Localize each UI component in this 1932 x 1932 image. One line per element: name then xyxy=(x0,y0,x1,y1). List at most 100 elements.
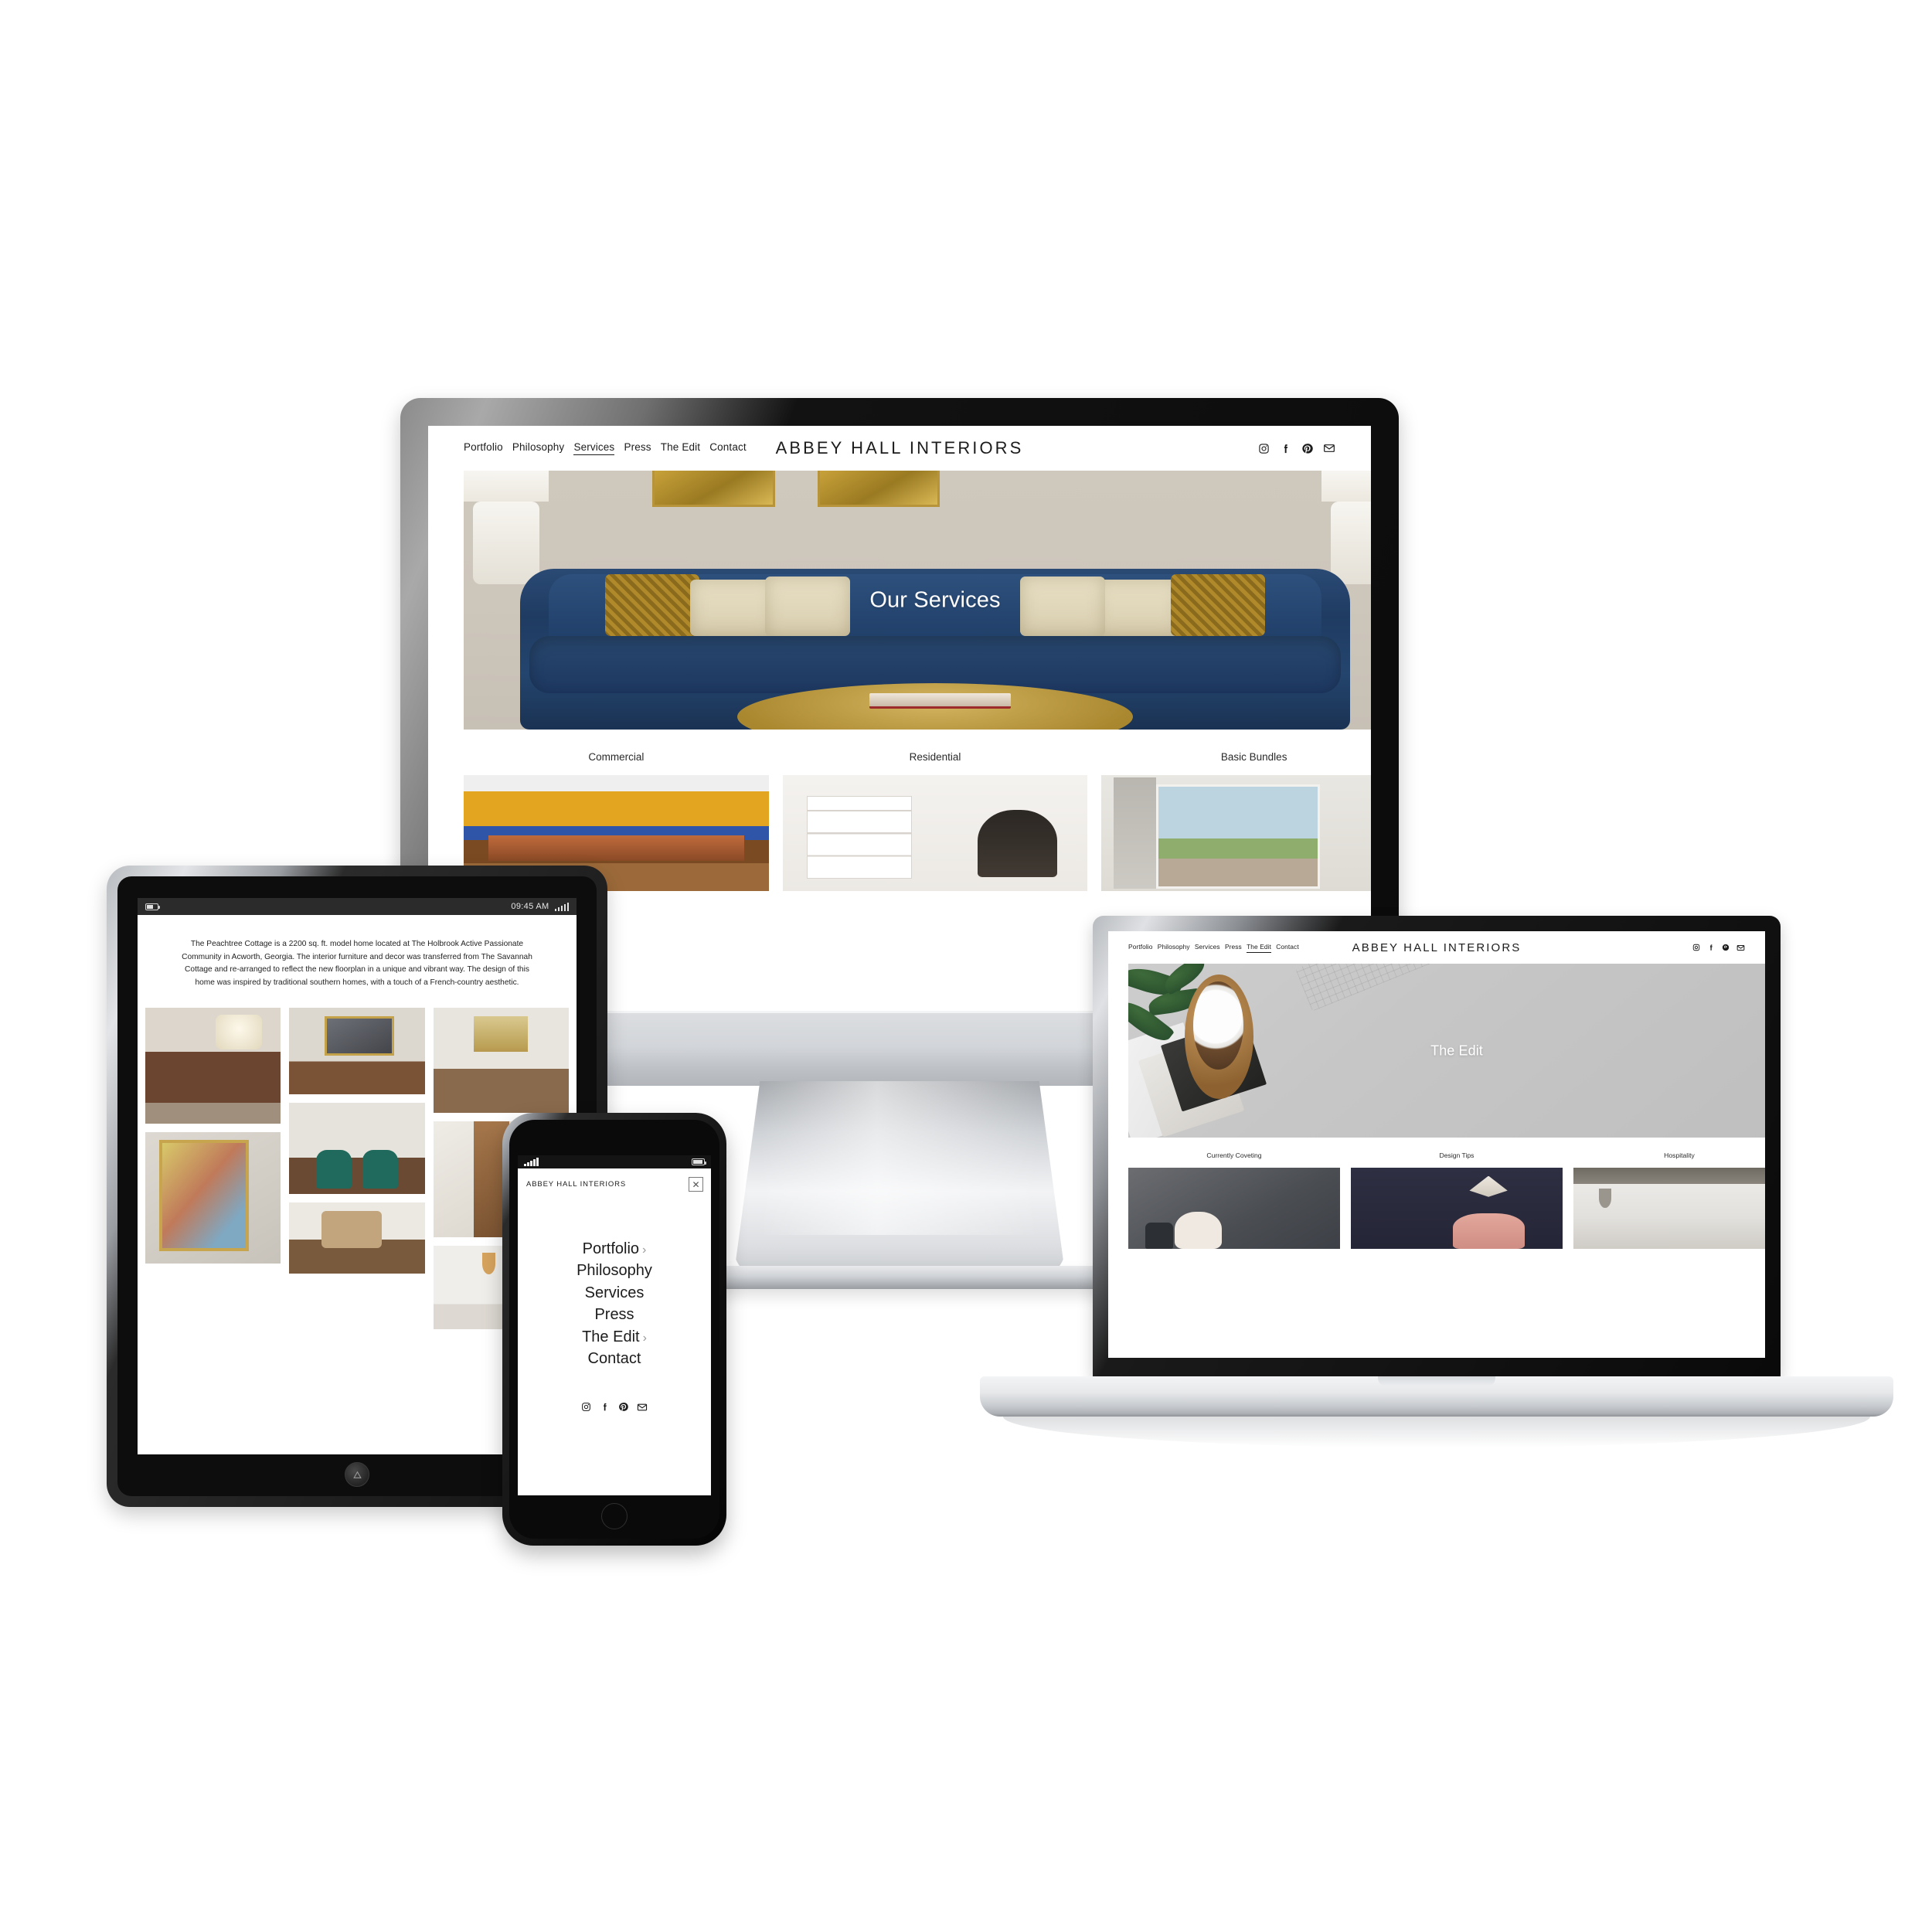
desktop-hero: Our Services xyxy=(464,471,1371,730)
category-label: Residential xyxy=(909,751,961,763)
laptop-viewport: Portfolio Philosophy Services Press The … xyxy=(1108,931,1765,1358)
desktop-hero-title: Our Services xyxy=(869,587,1001,612)
laptop-base xyxy=(980,1376,1893,1417)
menu-label: Press xyxy=(594,1306,634,1324)
category-label: Design Tips xyxy=(1439,1151,1475,1159)
laptop-website: Portfolio Philosophy Services Press The … xyxy=(1108,931,1765,1358)
close-icon[interactable]: ✕ xyxy=(689,1177,703,1192)
nav-link-portfolio[interactable]: Portfolio xyxy=(464,441,503,455)
facebook-icon[interactable] xyxy=(600,1402,610,1417)
email-icon[interactable] xyxy=(1323,442,1335,454)
phone-menu-item-contact[interactable]: Contact xyxy=(518,1348,711,1369)
nav-link-philosophy[interactable]: Philosophy xyxy=(512,441,564,455)
category-label: Hospitality xyxy=(1664,1151,1695,1159)
laptop-reflection xyxy=(1003,1417,1870,1447)
desktop-social-links xyxy=(1258,442,1335,454)
gallery-item[interactable] xyxy=(289,1103,425,1195)
laptop-nav-links: Portfolio Philosophy Services Press The … xyxy=(1128,943,1299,953)
chevron-right-icon: › xyxy=(642,1243,647,1257)
category-label: Commercial xyxy=(588,751,645,763)
laptop-navbar: Portfolio Philosophy Services Press The … xyxy=(1108,931,1765,964)
tablet-intro-text: The Peachtree Cottage is a 2200 sq. ft. … xyxy=(182,940,532,987)
category-currently-coveting[interactable]: Currently Coveting xyxy=(1128,1151,1340,1249)
nav-link-press[interactable]: Press xyxy=(1225,943,1242,953)
phone-menu-item-philosophy[interactable]: Philosophy xyxy=(518,1260,711,1281)
nav-link-press[interactable]: Press xyxy=(624,441,651,455)
nav-link-contact[interactable]: Contact xyxy=(709,441,746,455)
category-thumbnail-basic-bundles[interactable] xyxy=(1101,775,1371,891)
category-label: Basic Bundles xyxy=(1220,751,1287,763)
phone-bezel: ABBEY HALL INTERIORS ✕ Portfolio › Philos… xyxy=(509,1120,719,1539)
site-brand-title: ABBEY HALL INTERIORS xyxy=(1352,940,1522,954)
category-thumbnail-hospitality[interactable] xyxy=(1573,1168,1765,1249)
category-thumbnail-residential[interactable] xyxy=(782,775,1088,891)
tablet-status-bar: 09:45 AM xyxy=(138,898,577,915)
category-label: Currently Coveting xyxy=(1206,1151,1262,1159)
category-hospitality[interactable]: Hospitality xyxy=(1573,1151,1765,1249)
gallery-item[interactable] xyxy=(289,1202,425,1274)
phone-home-button[interactable] xyxy=(601,1503,628,1529)
signal-bars-icon xyxy=(524,1158,539,1166)
mockup-composition: Portfolio Philosophy Services Press The … xyxy=(0,0,1932,1932)
phone-viewport: ABBEY HALL INTERIORS ✕ Portfolio › Philos… xyxy=(518,1155,711,1495)
phone-menu-item-portfolio[interactable]: Portfolio › xyxy=(518,1238,711,1260)
battery-icon xyxy=(145,903,160,910)
facebook-icon[interactable] xyxy=(1280,443,1291,454)
laptop-lid: Portfolio Philosophy Services Press The … xyxy=(1093,916,1781,1378)
category-design-tips[interactable]: Design Tips xyxy=(1351,1151,1563,1249)
gallery-item[interactable] xyxy=(145,1132,281,1264)
category-thumbnail-currently-coveting[interactable] xyxy=(1128,1168,1340,1249)
pinterest-icon[interactable] xyxy=(618,1402,628,1417)
chevron-right-icon: › xyxy=(642,1331,647,1345)
menu-label: Philosophy xyxy=(577,1262,652,1280)
email-icon[interactable] xyxy=(637,1402,648,1417)
category-basic-bundles[interactable]: Basic Bundles xyxy=(1101,751,1371,891)
menu-label: Contact xyxy=(587,1349,641,1367)
nav-link-services[interactable]: Services xyxy=(573,441,615,455)
instagram-icon[interactable] xyxy=(581,1402,591,1417)
phone-nav-menu: Portfolio › Philosophy Services Press The… xyxy=(518,1198,711,1369)
desktop-navbar: Portfolio Philosophy Services Press The … xyxy=(428,426,1371,471)
laptop-hero: The Edit xyxy=(1128,964,1765,1138)
gallery-item[interactable] xyxy=(145,1008,281,1124)
pinterest-icon[interactable] xyxy=(1301,443,1313,454)
gallery-item[interactable] xyxy=(433,1008,569,1114)
instagram-icon[interactable] xyxy=(1258,443,1270,454)
laptop-hero-title: The Edit xyxy=(1430,1043,1483,1058)
category-thumbnail-design-tips[interactable] xyxy=(1351,1168,1563,1249)
nav-link-services[interactable]: Services xyxy=(1195,943,1220,953)
phone-menu-item-press[interactable]: Press xyxy=(518,1304,711,1325)
phone-status-bar xyxy=(518,1155,711,1168)
tablet-home-button[interactable] xyxy=(345,1462,369,1487)
phone-mockup: ABBEY HALL INTERIORS ✕ Portfolio › Philos… xyxy=(502,1113,726,1546)
battery-icon xyxy=(692,1158,706,1165)
laptop-base-notch xyxy=(1378,1376,1495,1386)
pinterest-icon[interactable] xyxy=(1722,944,1730,951)
phone-body: ABBEY HALL INTERIORS ✕ Portfolio › Philos… xyxy=(502,1113,726,1546)
site-brand-title: ABBEY HALL INTERIORS xyxy=(775,438,1024,457)
gallery-item[interactable] xyxy=(289,1008,425,1095)
phone-social-links xyxy=(518,1369,711,1417)
nav-link-philosophy[interactable]: Philosophy xyxy=(1158,943,1190,953)
laptop-social-links xyxy=(1692,944,1745,952)
menu-label: Services xyxy=(584,1284,645,1301)
menu-label: Portfolio xyxy=(582,1240,640,1257)
category-residential[interactable]: Residential xyxy=(782,751,1088,891)
nav-link-contact[interactable]: Contact xyxy=(1276,943,1298,953)
facebook-icon[interactable] xyxy=(1707,944,1715,951)
phone-brand-title: ABBEY HALL INTERIORS xyxy=(526,1180,627,1189)
instagram-icon[interactable] xyxy=(1692,944,1700,951)
status-time: 09:45 AM xyxy=(511,902,549,911)
laptop-mockup: Portfolio Philosophy Services Press The … xyxy=(980,916,1893,1449)
laptop-category-row: Currently Coveting Design Tips Hospitali… xyxy=(1128,1151,1765,1249)
email-icon[interactable] xyxy=(1736,944,1745,952)
phone-menu-item-the-edit[interactable]: The Edit › xyxy=(518,1326,711,1348)
phone-menu-item-services[interactable]: Services xyxy=(518,1282,711,1304)
signal-bars-icon xyxy=(554,902,569,911)
desktop-nav-links: Portfolio Philosophy Services Press The … xyxy=(464,441,747,455)
nav-link-portfolio[interactable]: Portfolio xyxy=(1128,943,1152,953)
menu-label: The Edit xyxy=(582,1328,640,1345)
nav-link-the-edit[interactable]: The Edit xyxy=(661,441,700,455)
phone-menu-header: ABBEY HALL INTERIORS ✕ xyxy=(518,1168,711,1198)
nav-link-the-edit[interactable]: The Edit xyxy=(1247,943,1271,953)
